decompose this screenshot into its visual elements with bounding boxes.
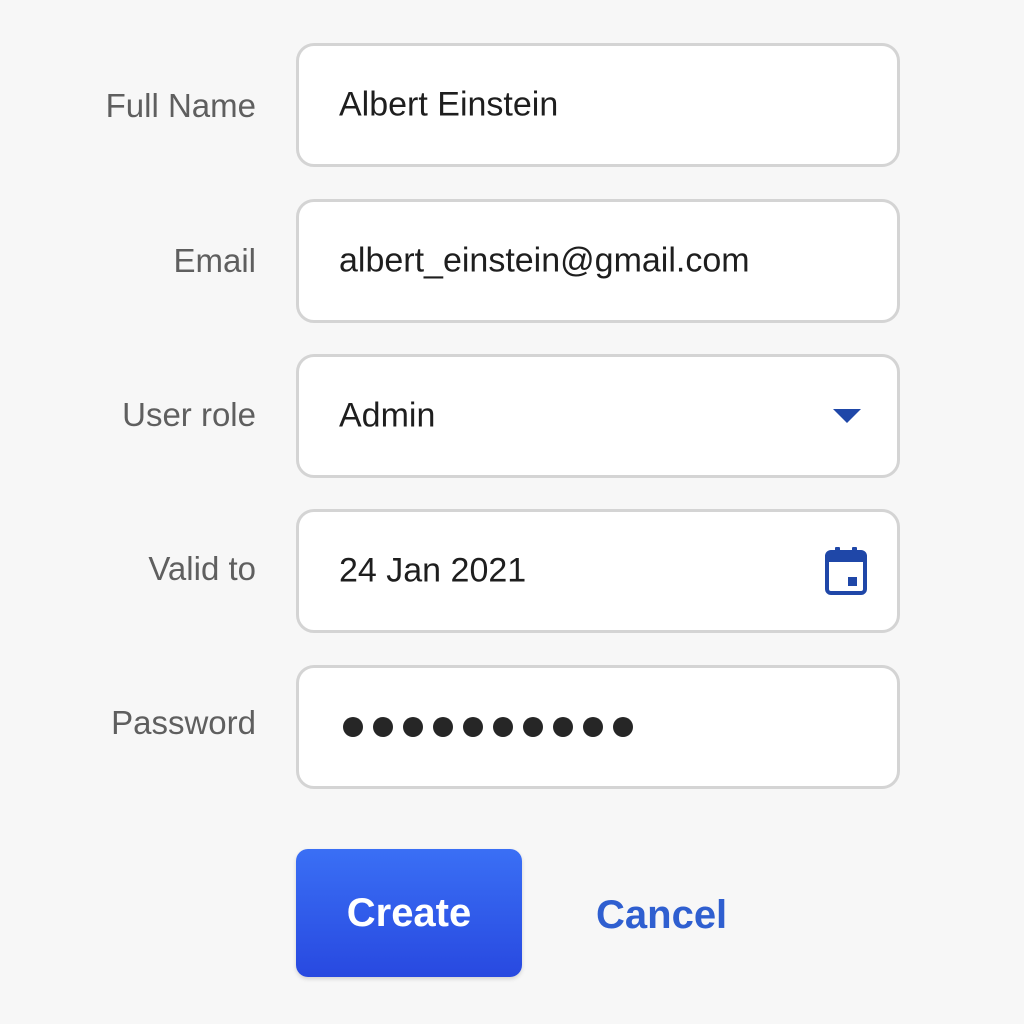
password-label: Password [111,704,256,741]
create-button[interactable]: Create [296,849,522,977]
full-name-field[interactable]: Albert Einstein [296,43,900,167]
password-dot [523,717,543,737]
password-field[interactable] [296,665,900,789]
calendar-icon[interactable] [825,547,867,595]
email-field[interactable]: albert_einstein@gmail.com [296,199,900,323]
chevron-down-icon[interactable] [833,409,861,423]
valid-to-value: 24 Jan 2021 [339,551,527,590]
user-role-value: Admin [339,396,436,435]
full-name-value: Albert Einstein [339,85,559,124]
user-role-label: User role [122,396,256,433]
password-dot [403,717,423,737]
password-mask [343,717,633,737]
password-dot [433,717,453,737]
email-value: albert_einstein@gmail.com [339,241,750,280]
email-label: Email [173,242,256,279]
password-dot [493,717,513,737]
password-dot [553,717,573,737]
user-role-select[interactable]: Admin [296,354,900,478]
valid-to-label: Valid to [148,550,256,587]
valid-to-field[interactable]: 24 Jan 2021 [296,509,900,633]
password-dot [463,717,483,737]
full-name-label: Full Name [105,87,256,124]
password-dot [583,717,603,737]
cancel-button[interactable]: Cancel [596,893,727,938]
password-dot [343,717,363,737]
password-dot [373,717,393,737]
password-dot [613,717,633,737]
